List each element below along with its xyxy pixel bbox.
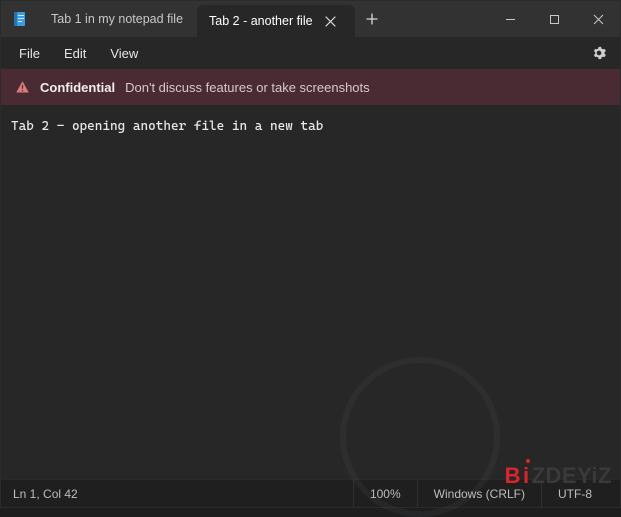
maximize-icon [549,14,560,25]
titlebar-drag-area[interactable] [389,1,488,37]
tab-strip: Tab 1 in my notepad file Tab 2 - another… [39,1,355,37]
tab-label: Tab 1 in my notepad file [51,12,183,26]
gear-icon [591,45,607,61]
settings-button[interactable] [584,39,614,67]
banner-caption: Confidential [40,80,115,95]
text-editor[interactable]: Tab 2 - opening another file in a new ta… [1,105,620,479]
menu-bar: File Edit View [1,37,620,69]
title-bar: Tab 1 in my notepad file Tab 2 - another… [1,1,620,37]
close-tab-button[interactable] [321,11,341,31]
status-bar: Ln 1, Col 42 100% Windows (CRLF) UTF-8 [1,479,620,507]
close-icon [593,14,604,25]
close-icon [325,16,336,27]
status-position[interactable]: Ln 1, Col 42 [13,487,353,501]
confidential-banner: Confidential Don't discuss features or t… [1,69,620,105]
warning-icon [15,80,30,95]
maximize-button[interactable] [532,1,576,37]
window-controls [488,1,620,37]
status-encoding[interactable]: UTF-8 [541,480,608,507]
app-notepad-icon [1,1,39,37]
minimize-button[interactable] [488,1,532,37]
menu-view[interactable]: View [98,42,150,65]
banner-message: Don't discuss features or take screensho… [125,80,370,95]
menu-edit[interactable]: Edit [52,42,98,65]
tab-label: Tab 2 - another file [209,14,313,28]
tab-item-1[interactable]: Tab 1 in my notepad file [39,1,197,37]
close-window-button[interactable] [576,1,620,37]
minimize-icon [505,14,516,25]
plus-icon [366,13,378,25]
tab-item-2-active[interactable]: Tab 2 - another file [197,5,355,37]
menu-file[interactable]: File [7,42,52,65]
new-tab-button[interactable] [355,1,389,37]
watermark-circle [340,357,500,517]
